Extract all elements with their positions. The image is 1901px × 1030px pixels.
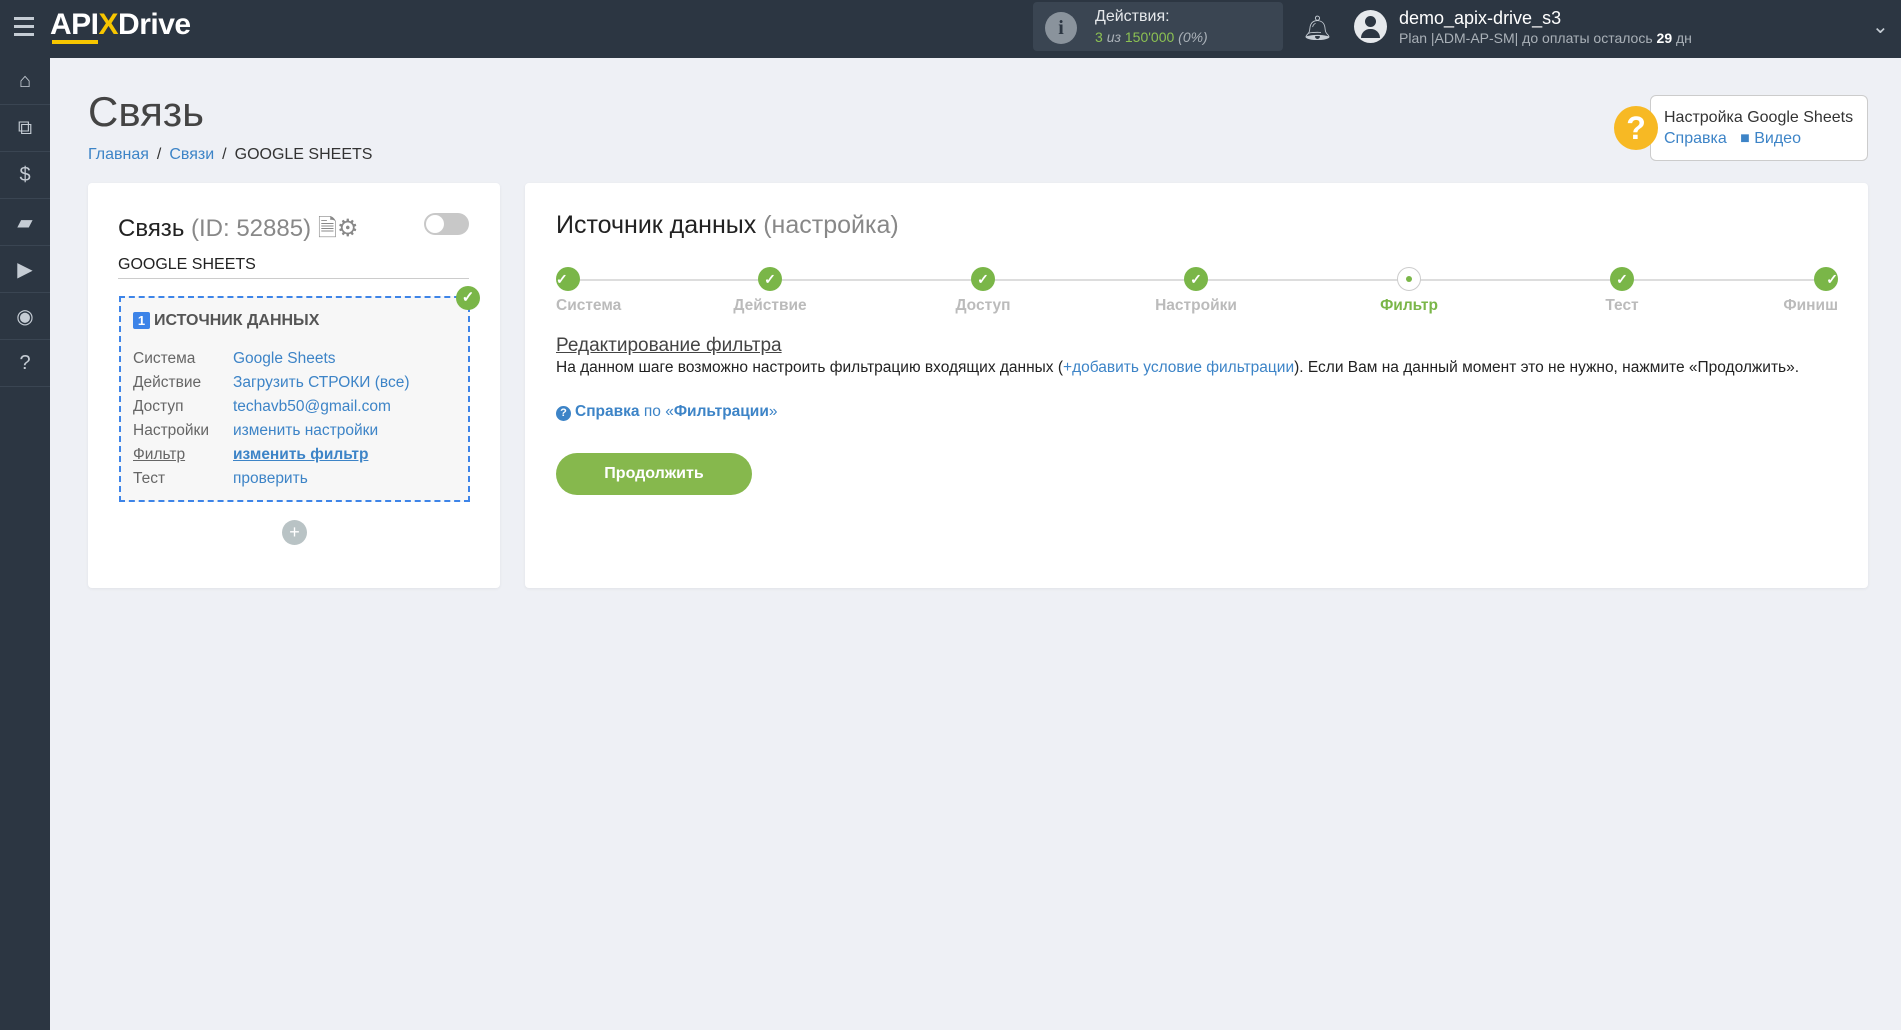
- actions-value: 3 из 150'000 (0%): [1095, 29, 1208, 45]
- row-value[interactable]: изменить фильтр: [233, 446, 368, 470]
- document-icon[interactable]: 🗎︎: [318, 215, 337, 242]
- breadcrumb-links[interactable]: Связи: [169, 146, 214, 163]
- menu-icon[interactable]: [14, 17, 34, 41]
- row-key: Система: [133, 350, 196, 367]
- row-action: Действие Загрузить СТРОКИ (все): [133, 374, 410, 398]
- check-icon: ✓: [556, 267, 580, 291]
- source-block[interactable]: 1 ИСТОЧНИК ДАННЫХ Система Google Sheets Де…: [119, 296, 470, 502]
- actions-counter: i Действия: 3 из 150'000 (0%): [1033, 2, 1283, 51]
- video-icon[interactable]: ▶: [0, 246, 50, 293]
- row-value[interactable]: изменить настройки: [233, 422, 378, 446]
- row-system: Система Google Sheets: [133, 350, 410, 374]
- source-title: ИСТОЧНИК ДАННЫХ: [154, 312, 320, 329]
- step-label: Действие: [733, 297, 807, 314]
- progress-steps: ✓ Система ✓ Действие ✓ Доступ ✓ Настройки Фи…: [556, 267, 1838, 317]
- connection-name[interactable]: GOOGLE SHEETS: [118, 256, 469, 279]
- step-label: Фильтр: [1380, 297, 1438, 314]
- breadcrumb-current: GOOGLE SHEETS: [234, 146, 373, 163]
- avatar[interactable]: [1354, 10, 1387, 43]
- row-key: Настройки: [133, 422, 210, 439]
- video-icon: ■: [1740, 130, 1750, 147]
- continue-button[interactable]: Продолжить: [556, 453, 752, 495]
- row-key: Действие: [133, 374, 202, 391]
- step-settings[interactable]: ✓ Настройки: [1146, 267, 1246, 315]
- row-filter: Фильтр изменить фильтр: [133, 446, 410, 470]
- card-subtitle: (настройка): [763, 211, 899, 239]
- step-test[interactable]: ✓ Тест: [1572, 267, 1672, 315]
- sitemap-icon[interactable]: ⧉: [0, 105, 50, 152]
- source-settings-card: Источник данных (настройка) ✓ Система ✓ Де…: [525, 183, 1868, 588]
- step-filter[interactable]: Фильтр: [1359, 267, 1459, 315]
- row-test: Тест проверить: [133, 470, 410, 494]
- check-icon: ✓: [758, 267, 782, 291]
- help-box: ? Настройка Google Sheets Справка ■ Виде…: [1614, 95, 1868, 161]
- current-step-icon: [1397, 267, 1421, 291]
- question-icon: ?: [1614, 106, 1658, 150]
- breadcrumb: Главная / Связи / GOOGLE SHEETS: [88, 146, 373, 163]
- connection-card: Связь (ID: 52885) 🗎︎⚙ GOOGLE SHEETS 1 ИСТ…: [88, 183, 500, 588]
- row-key: Тест: [133, 470, 166, 487]
- step-label: Настройки: [1155, 297, 1237, 314]
- home-icon[interactable]: ⌂: [0, 58, 50, 105]
- row-key[interactable]: Фильтр: [133, 446, 233, 470]
- step-system[interactable]: ✓ Система: [556, 267, 656, 315]
- sidebar: ⌂ ⧉ $ ▰ ▶ ◉ ?: [0, 58, 50, 1030]
- add-block-button[interactable]: +: [282, 520, 307, 545]
- step-label: Доступ: [955, 297, 1011, 314]
- bell-icon[interactable]: 🔔︎: [1302, 14, 1332, 43]
- card-title: Источник данных: [556, 211, 757, 239]
- breadcrumb-home[interactable]: Главная: [88, 146, 149, 163]
- check-icon: ✓: [1814, 267, 1838, 291]
- row-value[interactable]: Google Sheets: [233, 350, 336, 374]
- row-access: Доступ techavb50@gmail.com: [133, 398, 410, 422]
- step-access[interactable]: ✓ Доступ: [933, 267, 1033, 315]
- username[interactable]: demo_apix-drive_s3: [1399, 8, 1561, 29]
- connection-id: (ID: 52885): [191, 215, 312, 242]
- add-filter-condition-link[interactable]: +добавить условие фильтрации: [1063, 359, 1294, 376]
- chevron-down-icon[interactable]: ⌄: [1872, 14, 1889, 39]
- row-key: Доступ: [133, 398, 184, 415]
- row-value[interactable]: проверить: [233, 470, 308, 494]
- dollar-icon[interactable]: $: [0, 152, 50, 199]
- row-value[interactable]: techavb50@gmail.com: [233, 398, 391, 422]
- row-settings: Настройки изменить настройки: [133, 422, 410, 446]
- step-label: Тест: [1605, 297, 1639, 314]
- filter-help-link[interactable]: ? Справка по «Фильтрации»: [556, 403, 778, 421]
- connection-toggle[interactable]: [424, 213, 469, 235]
- top-bar: APIXDrive i Действия: 3 из 150'000 (0%) …: [0, 0, 1901, 58]
- step-label: Система: [556, 297, 622, 314]
- help-link[interactable]: Справка: [1664, 130, 1727, 147]
- row-value[interactable]: Загрузить СТРОКИ (все): [233, 374, 410, 398]
- actions-label: Действия:: [1095, 8, 1170, 25]
- logo[interactable]: APIXDrive: [50, 8, 191, 44]
- source-number: 1: [133, 312, 150, 329]
- connection-title: Связь: [118, 215, 185, 242]
- briefcase-icon[interactable]: ▰: [0, 199, 50, 246]
- page-title: Связь: [88, 88, 205, 135]
- check-icon: ✓: [1610, 267, 1634, 291]
- question-icon: ?: [556, 406, 571, 421]
- plan-info: Plan |ADM-AP-SM| до оплаты осталось 29 д…: [1399, 30, 1692, 46]
- help-icon[interactable]: ?: [0, 340, 50, 387]
- check-icon: ✓: [971, 267, 995, 291]
- filter-description: На данном шаге возможно настроить фильтр…: [556, 359, 1800, 376]
- step-label: Финиш: [1783, 297, 1838, 314]
- step-finish[interactable]: ✓ Финиш: [1738, 267, 1838, 315]
- check-icon: ✓: [456, 286, 480, 310]
- info-icon: i: [1045, 12, 1077, 44]
- video-link[interactable]: Видео: [1754, 130, 1801, 147]
- account-icon[interactable]: ◉: [0, 293, 50, 340]
- check-icon: ✓: [1184, 267, 1208, 291]
- help-box-title: Настройка Google Sheets: [1664, 109, 1854, 126]
- gear-icon[interactable]: ⚙: [337, 215, 359, 242]
- filter-heading: Редактирование фильтра: [556, 335, 782, 356]
- step-action[interactable]: ✓ Действие: [720, 267, 820, 315]
